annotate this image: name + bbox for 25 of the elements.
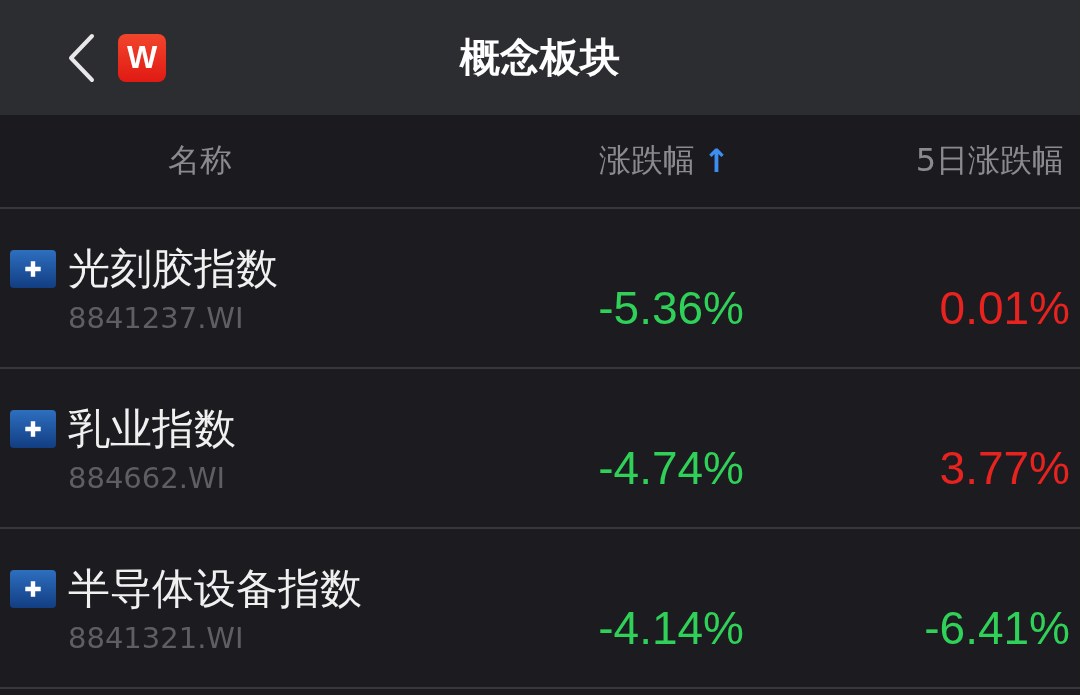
plus-icon bbox=[22, 578, 44, 600]
index-code: 8841321.WI bbox=[68, 621, 245, 655]
add-button[interactable] bbox=[10, 410, 56, 448]
index-name: 半导体设备指数 bbox=[68, 563, 362, 615]
plus-icon bbox=[22, 258, 44, 280]
sort-arrow: ↑ bbox=[703, 142, 730, 180]
change-value: -5.36% bbox=[597, 281, 744, 335]
page-title: 概念板块 bbox=[460, 33, 620, 82]
add-button[interactable] bbox=[10, 570, 56, 608]
index-code: 884662.WI bbox=[68, 461, 227, 495]
column-header[interactable]: 涨跌幅 bbox=[599, 139, 696, 183]
add-button[interactable] bbox=[10, 250, 56, 288]
back-icon[interactable] bbox=[66, 32, 96, 83]
change-value: -4.14% bbox=[597, 601, 744, 655]
five-day-change-value: 3.77% bbox=[938, 441, 1071, 495]
column-header[interactable]: 名称 bbox=[168, 139, 232, 183]
index-code: 8841237.WI bbox=[68, 301, 245, 335]
plus-icon bbox=[22, 418, 44, 440]
app-logo[interactable]: W bbox=[118, 33, 166, 82]
five-day-change-value: 0.01% bbox=[938, 281, 1071, 335]
change-value: -4.74% bbox=[597, 441, 744, 495]
index-name: 光刻胶指数 bbox=[68, 243, 278, 295]
five-day-change-value: -6.41% bbox=[923, 601, 1071, 655]
index-name: 乳业指数 bbox=[68, 403, 236, 455]
column-header[interactable]: 5日涨跌幅 bbox=[915, 139, 1064, 183]
